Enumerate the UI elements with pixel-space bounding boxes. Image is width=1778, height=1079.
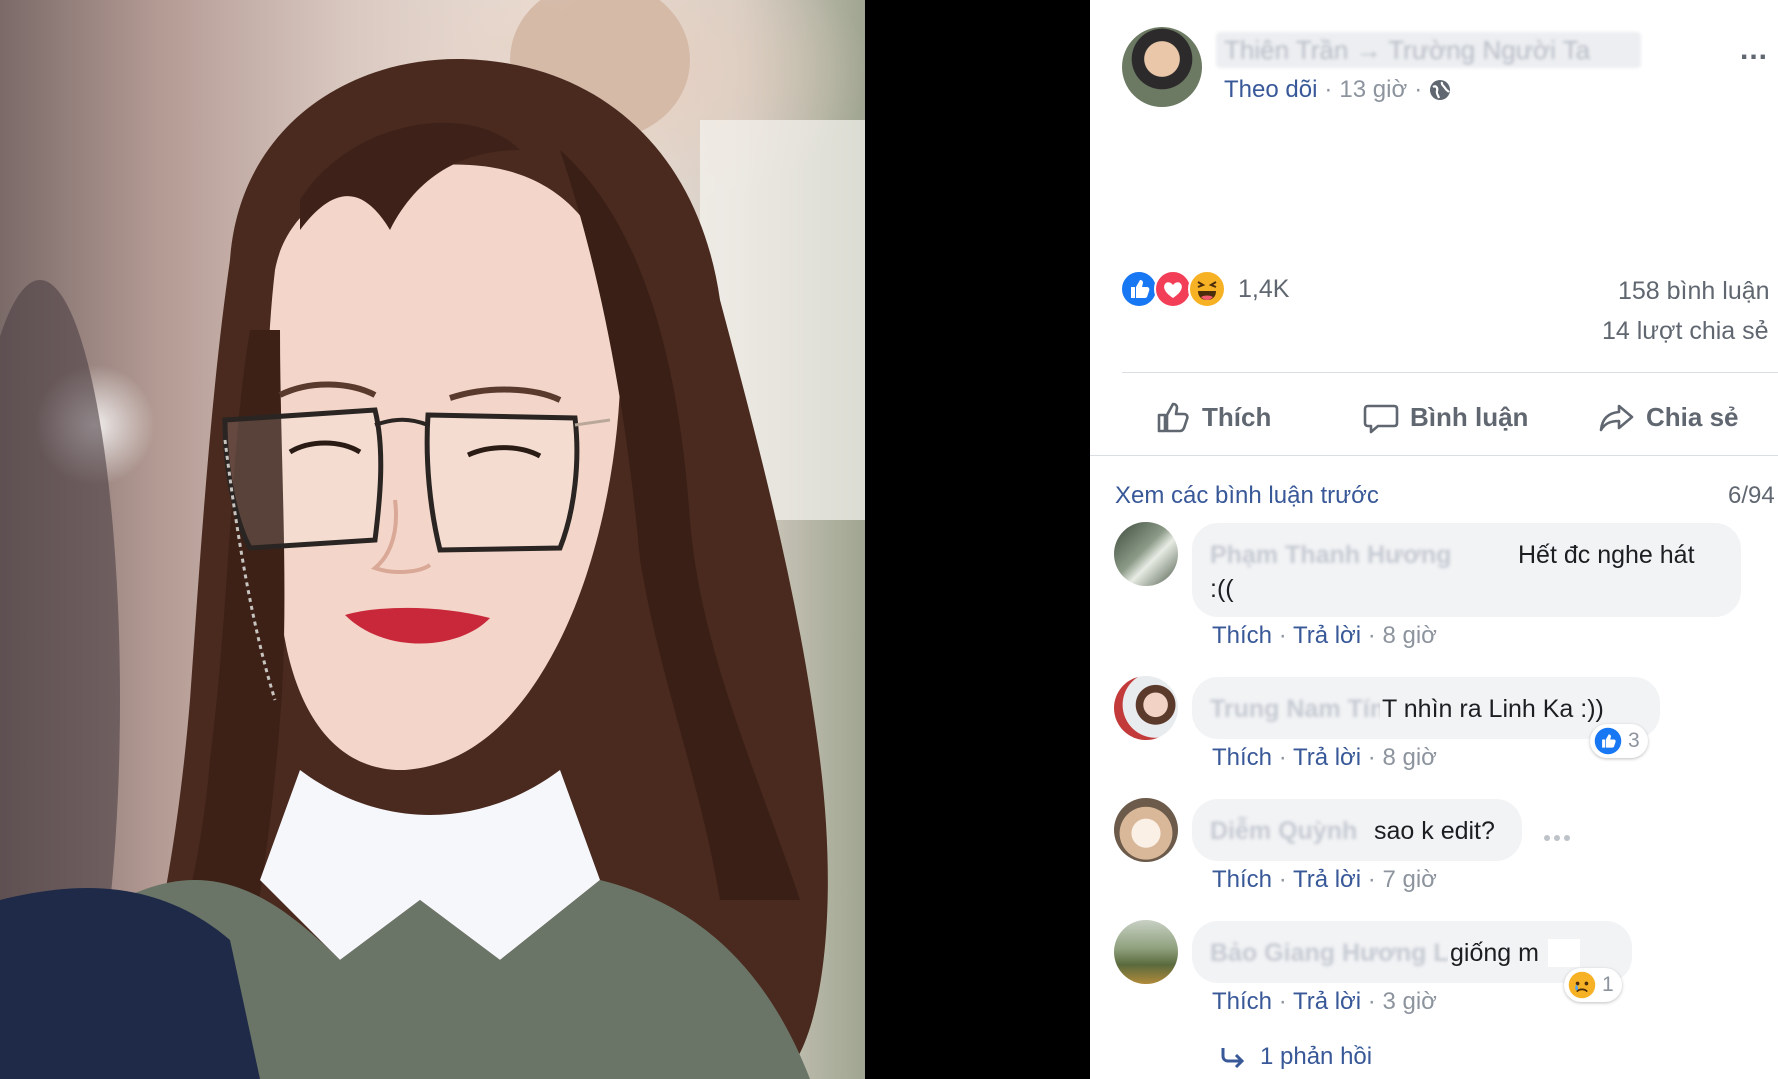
like-button[interactable]: Thích	[1154, 395, 1271, 439]
comment-actions: Thích · Trả lời · 8 giờ	[1212, 622, 1437, 649]
comment-button[interactable]: Bình luận	[1362, 395, 1528, 439]
view-previous-comments[interactable]: Xem các bình luận trước	[1115, 482, 1379, 510]
comment-reply-link[interactable]: Trả lời	[1293, 988, 1361, 1015]
comment-reaction-chip[interactable]: 3	[1590, 724, 1648, 758]
comment-icon	[1363, 404, 1399, 434]
comment-time[interactable]: 7 giờ	[1382, 866, 1436, 893]
reply-arrow-icon	[1221, 1048, 1245, 1068]
comment-text: giống m	[1448, 939, 1539, 968]
love-reaction-icon	[1154, 270, 1192, 308]
commenter-avatar[interactable]	[1114, 676, 1178, 740]
comment-like-link[interactable]: Thích	[1212, 866, 1272, 893]
like-reaction-icon	[1120, 270, 1158, 308]
commenter-name[interactable]: Diễm Quỳnh	[1210, 817, 1357, 846]
comments-pager: 6/94	[1728, 482, 1775, 509]
comment-actions: Thích · Trả lời · 8 giờ	[1212, 744, 1437, 771]
comment-actions: Thích · Trả lời · 7 giờ	[1212, 866, 1437, 893]
comment-bubble: Diễm Quỳnh sao k edit?	[1192, 799, 1522, 861]
sad-reaction-icon	[1568, 971, 1596, 999]
commenter-avatar[interactable]	[1114, 920, 1178, 984]
reaction-count[interactable]: 1,4K	[1238, 275, 1289, 304]
facebook-post-panel: Thiên Trần → Trường Người Ta ... Theo dõ…	[1090, 0, 1778, 1079]
comment-bubble: Trung Nam Tín T nhìn ra Linh Ka :))	[1192, 677, 1660, 739]
post-more-options-icon[interactable]: ...	[1740, 33, 1768, 67]
comment-like-link[interactable]: Thích	[1212, 622, 1272, 649]
commenter-name[interactable]: Phạm Thanh Hương	[1210, 541, 1451, 570]
comment-actions: Thích · Trả lời · 3 giờ	[1212, 988, 1437, 1015]
divider-line	[1090, 455, 1778, 456]
haha-reaction-icon	[1188, 270, 1226, 308]
reactions-summary[interactable]: 1,4K	[1120, 270, 1289, 308]
post-photo[interactable]	[0, 0, 865, 1079]
comment-bubble: Bảo Giang Hương Lan giống m	[1192, 921, 1632, 983]
comment-reply-link[interactable]: Trả lời	[1293, 744, 1361, 771]
comment-reaction-count: 3	[1628, 729, 1640, 752]
comment-reply-link[interactable]: Trả lời	[1293, 622, 1361, 649]
meta-separator: ·	[1414, 76, 1423, 103]
comment-reply-link[interactable]: Trả lời	[1293, 866, 1361, 893]
comment-reaction-chip[interactable]: 1	[1564, 968, 1622, 1002]
follow-link[interactable]: Theo dõi	[1224, 76, 1317, 104]
portrait-illustration	[0, 0, 865, 1079]
replies-link-label: 1 phản hồi	[1260, 1043, 1373, 1070]
like-button-label: Thích	[1202, 401, 1272, 432]
like-reaction-icon	[1594, 727, 1622, 755]
thumbs-up-icon	[1157, 402, 1189, 433]
comment-button-label: Bình luận	[1410, 401, 1529, 432]
share-button[interactable]: Chia sẻ	[1598, 395, 1739, 439]
comment-text: sao k edit?	[1372, 817, 1495, 846]
globe-icon	[1430, 80, 1451, 100]
comment-reaction-count: 1	[1602, 973, 1614, 996]
share-button-label: Chia sẻ	[1646, 401, 1739, 432]
comment-options-icon[interactable]	[1542, 828, 1572, 846]
commenter-avatar[interactable]	[1114, 522, 1178, 586]
black-divider	[865, 0, 1090, 1079]
comment-text: T nhìn ra Linh Ka :))	[1380, 695, 1604, 724]
author-name[interactable]: Thiên Trần → Trường Người Ta	[1216, 32, 1641, 68]
shares-count[interactable]: 14 lượt chia sẻ	[1602, 317, 1769, 346]
view-replies[interactable]: 1 phản hồi	[1220, 1043, 1372, 1071]
divider-line	[1122, 372, 1778, 373]
redacted-box	[1548, 939, 1580, 967]
comments-count[interactable]: 158 bình luận	[1618, 277, 1770, 306]
commenter-name[interactable]: Bảo Giang Hương Lan	[1210, 939, 1478, 968]
comment-text-continued: :((	[1210, 575, 1234, 603]
comment-time[interactable]: 8 giờ	[1382, 744, 1436, 771]
meta-separator: ·	[1324, 76, 1333, 103]
commenter-avatar[interactable]	[1114, 798, 1178, 862]
comment-time[interactable]: 3 giờ	[1382, 988, 1436, 1015]
commenter-name[interactable]: Trung Nam Tín	[1210, 695, 1385, 724]
comment-like-link[interactable]: Thích	[1212, 744, 1272, 771]
comment-time[interactable]: 8 giờ	[1382, 622, 1436, 649]
post-time[interactable]: 13 giờ	[1339, 76, 1407, 104]
post-meta: Theo dõi · 13 giờ ·	[1224, 76, 1451, 104]
comment-text: Hết đc nghe hát	[1518, 541, 1695, 569]
author-avatar[interactable]	[1122, 27, 1202, 107]
comment-like-link[interactable]: Thích	[1212, 988, 1272, 1015]
share-icon	[1599, 404, 1634, 432]
comment-bubble: Phạm Thanh Hương Hết đc nghe hát :((	[1192, 523, 1741, 617]
